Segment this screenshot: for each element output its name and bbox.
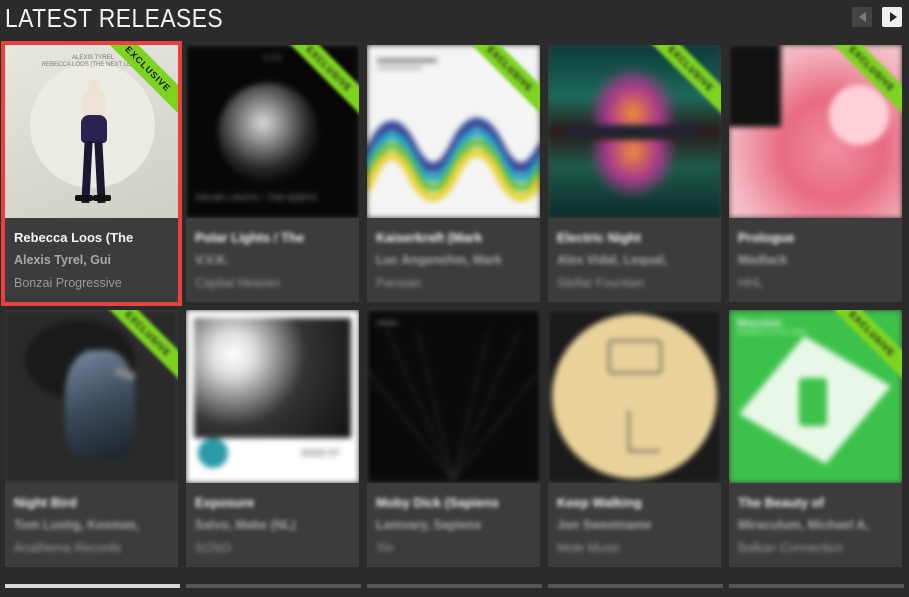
release-title[interactable]: The Beauty of	[738, 495, 824, 510]
release-title[interactable]: Exposure	[195, 495, 254, 510]
release-card[interactable]: ALEXIS TYREL REBECCA LOOS (THE NEXT LEVE…	[5, 45, 178, 302]
release-card[interactable]: EXCLUSIVE Night Bird Tom Lustig, Kosmas,…	[5, 310, 178, 567]
release-cover[interactable]	[367, 310, 540, 483]
release-artists[interactable]: Tom Lustig, Kosmas,	[14, 518, 139, 532]
prev-page-button[interactable]	[852, 7, 872, 27]
release-artists[interactable]: Madlack	[738, 253, 787, 267]
release-artists[interactable]: Jon Sweetname	[557, 518, 651, 532]
release-label[interactable]: SOSO	[195, 541, 231, 555]
release-card[interactable]: Moby Dick (Sapiens Lamvary, Sapiens Yin	[367, 310, 540, 567]
page-indicator-3[interactable]	[367, 584, 542, 588]
section-title: LATEST RELEASES	[5, 3, 224, 33]
release-card[interactable]: SOSO 57 Exposure Salvo, Mabe (NL) SOSO	[186, 310, 359, 567]
release-artists[interactable]: Alexis Tyrel, Gui	[14, 253, 111, 267]
release-label[interactable]: Capital Heaven	[195, 276, 280, 290]
release-title[interactable]: Night Bird	[14, 495, 77, 510]
release-label[interactable]: Stellar Fountain	[557, 276, 645, 290]
page-indicator-5[interactable]	[729, 584, 904, 588]
next-page-button[interactable]	[882, 7, 902, 27]
release-artists[interactable]: Lamvary, Sapiens	[376, 518, 481, 532]
release-cover[interactable]: EXCLUSIVE	[548, 45, 721, 218]
release-artists[interactable]: V.V.K.	[195, 253, 229, 267]
page-indicator-4[interactable]	[548, 584, 723, 588]
release-card[interactable]: V V K POLAR LIGHTS / THE NORTH EXCLUSIVE…	[186, 45, 359, 302]
release-cover[interactable]: SOSO 57	[186, 310, 359, 483]
release-artists[interactable]: Alex Vidal, Lequal,	[557, 253, 667, 267]
release-title[interactable]: Rebecca Loos (The	[14, 230, 133, 245]
chevron-left-icon	[858, 12, 866, 22]
release-artists[interactable]: Luc Angenehm, Mark	[376, 253, 502, 267]
release-card[interactable]: EXCLUSIVE Electric Night Alex Vidal, Leq…	[548, 45, 721, 302]
release-card[interactable]: EXCLUSIVE Kaiserkraft (Mark Luc Angenehm…	[367, 45, 540, 302]
release-cover[interactable]: EXCLUSIVE	[729, 45, 902, 218]
release-label[interactable]: Mole Music	[557, 541, 620, 555]
release-label[interactable]: Bonzai Progressive	[14, 276, 122, 290]
release-label[interactable]: Anathema Records	[14, 541, 121, 555]
release-artists[interactable]: Salvo, Mabe (NL)	[195, 518, 296, 532]
release-label[interactable]: Parisian	[376, 276, 421, 290]
release-cover[interactable]: V V K POLAR LIGHTS / THE NORTH EXCLUSIVE	[186, 45, 359, 218]
release-cover[interactable]: EXCLUSIVE	[5, 310, 178, 483]
release-title[interactable]: Prologue	[738, 230, 794, 245]
release-card[interactable]: Miraculum THE BEAUTY OF THE STARS EXCLUS…	[729, 310, 902, 567]
release-title[interactable]: Electric Night	[557, 230, 641, 245]
release-cover[interactable]	[548, 310, 721, 483]
release-cover[interactable]: Miraculum THE BEAUTY OF THE STARS EXCLUS…	[729, 310, 902, 483]
release-title[interactable]: Polar Lights / The	[195, 230, 304, 245]
release-label[interactable]: Yin	[376, 541, 394, 555]
release-title[interactable]: Kaiserkraft (Mark	[376, 230, 482, 245]
release-cover[interactable]: EXCLUSIVE	[367, 45, 540, 218]
release-card[interactable]: Keep Walking Jon Sweetname Mole Music	[548, 310, 721, 567]
release-label[interactable]: Balkan Connection	[738, 541, 843, 555]
release-label[interactable]: HHL	[738, 276, 763, 290]
page-indicator-1[interactable]	[5, 584, 180, 588]
page-indicator-2[interactable]	[186, 584, 361, 588]
release-cover[interactable]: ALEXIS TYREL REBECCA LOOS (THE NEXT LEVE…	[5, 45, 178, 218]
chevron-right-icon	[889, 12, 897, 22]
release-artists[interactable]: Miraculum, Michael A,	[738, 518, 869, 532]
release-title[interactable]: Keep Walking	[557, 495, 642, 510]
release-title[interactable]: Moby Dick (Sapiens	[376, 495, 499, 510]
release-card[interactable]: EXCLUSIVE Prologue Madlack HHL	[729, 45, 902, 302]
